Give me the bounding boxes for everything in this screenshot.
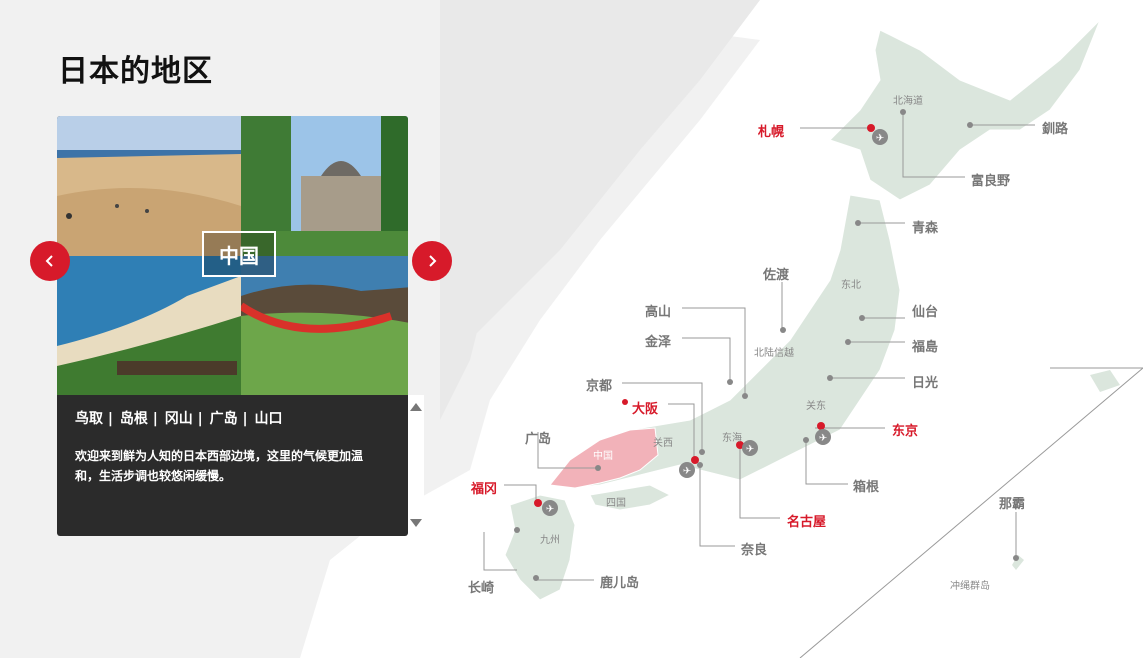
region-label-hokkaido[interactable]: 北海道	[893, 92, 923, 107]
city-label-kagoshima[interactable]: 鹿儿岛	[600, 572, 639, 591]
region-label-kanto[interactable]: 关东	[806, 397, 826, 412]
svg-text:✈: ✈	[819, 433, 827, 444]
city-label-naha[interactable]: 那霸	[999, 493, 1025, 512]
region-label-chugoku[interactable]: 中国	[593, 447, 613, 462]
city-label-sendai[interactable]: 仙台	[912, 301, 938, 320]
city-label-hakone[interactable]: 箱根	[853, 476, 879, 495]
svg-text:✈: ✈	[683, 466, 691, 477]
city-label-osaka[interactable]: 大阪	[632, 398, 658, 417]
region-label-tokai[interactable]: 东海	[722, 429, 742, 444]
svg-text:✈: ✈	[746, 444, 754, 455]
svg-text:✈: ✈	[546, 504, 554, 515]
prefecture-okayama[interactable]: 冈山 |	[165, 411, 208, 427]
korea-peninsula	[440, 300, 480, 420]
city-label-takayama[interactable]: 高山	[645, 301, 671, 320]
city-label-nikko[interactable]: 日光	[912, 372, 938, 391]
prefecture-hiroshima[interactable]: 广岛 |	[210, 411, 253, 427]
region-photo-grid: 中国	[57, 116, 408, 395]
region-badge: 中国	[202, 231, 276, 277]
chevron-right-icon	[429, 255, 437, 267]
svg-text:✈: ✈	[876, 133, 884, 144]
city-label-tokyo[interactable]: 东京	[892, 420, 918, 439]
region-label-hokuriku[interactable]: 北陆信越	[754, 344, 794, 359]
city-label-sapporo[interactable]: 札幌	[758, 121, 784, 140]
region-label-shikoku[interactable]: 四国	[606, 494, 626, 509]
page-title: 日本的地区	[58, 54, 213, 89]
region-label-kyushu[interactable]: 九州	[540, 531, 560, 546]
city-label-nagasaki[interactable]: 长崎	[468, 577, 494, 596]
city-label-hiroshima[interactable]: 广岛	[525, 428, 551, 447]
prefecture-tottori[interactable]: 鸟取 |	[75, 411, 118, 427]
carousel-prev-button[interactable]	[30, 241, 70, 281]
scroll-down-icon[interactable]	[410, 519, 422, 527]
region-label-kansai[interactable]: 关西	[653, 434, 673, 449]
city-label-kushiro[interactable]: 釧路	[1042, 118, 1068, 137]
region-description: 欢迎来到鲜为人知的日本西部边境，这里的气候更加温和，生活步调也较悠闲缓慢。	[75, 449, 364, 483]
city-label-sado[interactable]: 佐渡	[763, 264, 789, 283]
prefecture-shimane[interactable]: 岛根 |	[120, 411, 163, 427]
city-label-kanazawa[interactable]: 金泽	[645, 331, 671, 350]
prefecture-list: 鸟取 | 岛根 | 冈山 | 广岛 | 山口	[75, 408, 285, 428]
city-label-fukushima[interactable]: 福島	[912, 336, 938, 355]
region-label-okinawa[interactable]: 冲绳群岛	[950, 577, 990, 592]
city-label-aomori[interactable]: 青森	[912, 217, 938, 236]
city-label-furano[interactable]: 富良野	[971, 170, 1010, 189]
prefecture-yamaguchi[interactable]: 山口	[255, 411, 283, 427]
city-label-nagoya[interactable]: 名古屋	[787, 511, 826, 530]
scrollbar[interactable]	[408, 395, 424, 536]
region-card: 中国 鸟取 | 岛根 | 冈山 | 广岛 | 山口 欢迎来到鲜为人知的日本西部边…	[57, 116, 408, 536]
city-label-kyoto[interactable]: 京都	[586, 375, 612, 394]
city-label-fukuoka[interactable]: 福冈	[471, 478, 497, 497]
carousel-next-button[interactable]	[412, 241, 452, 281]
chevron-left-icon	[45, 255, 53, 267]
scroll-up-icon[interactable]	[410, 403, 422, 411]
region-label-tohoku[interactable]: 东北	[841, 276, 861, 291]
city-label-nara[interactable]: 奈良	[741, 539, 767, 558]
